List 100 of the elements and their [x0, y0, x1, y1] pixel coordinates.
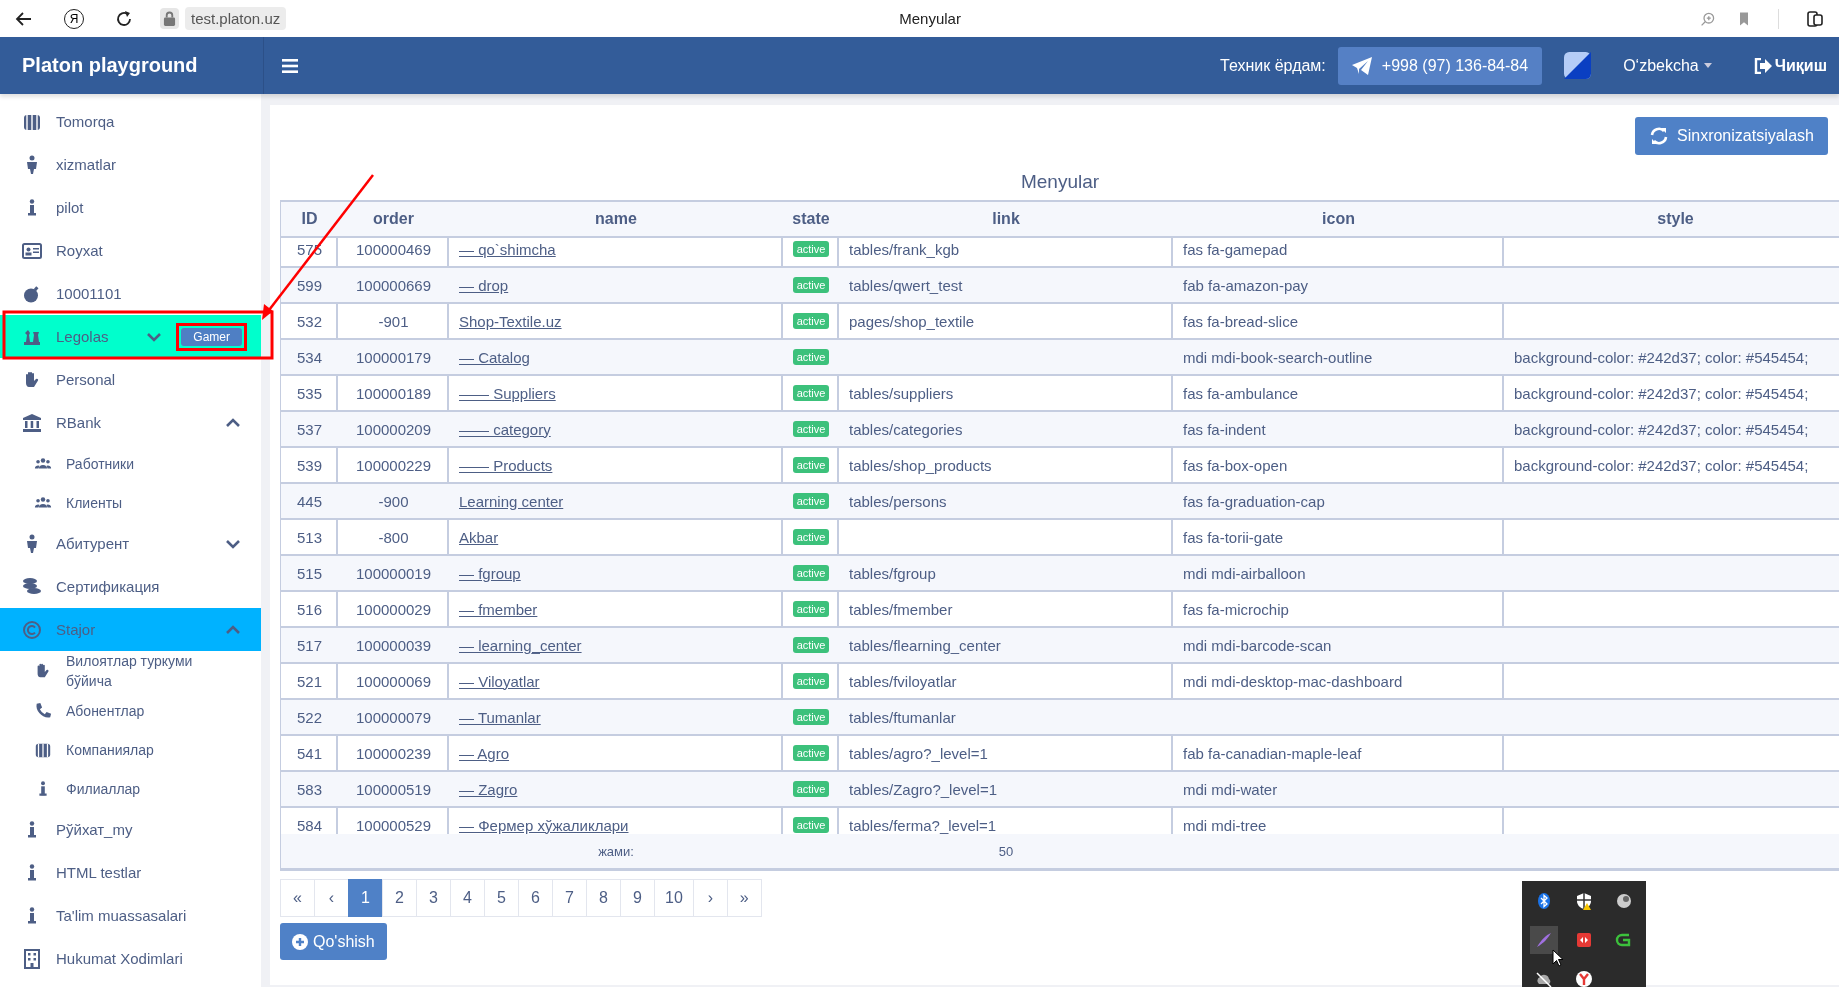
sidebar-item[interactable]: Ta'lim muassasalari [0, 894, 261, 937]
sidebar-item[interactable]: xizmatlar [0, 143, 261, 186]
table-cell: background-color: #242d37; color: #545454; [1514, 420, 1809, 438]
sidebar-item[interactable]: Personal [0, 358, 261, 401]
menu-name-link[interactable]: — Agro [459, 744, 510, 762]
status-badge: active [792, 457, 830, 473]
table-cell: tables/qwert_test [849, 276, 963, 294]
page-link[interactable]: 8 [586, 879, 621, 917]
sidebar-item[interactable]: RBank [0, 401, 261, 444]
page-link[interactable]: « [280, 879, 315, 917]
table-cell-text: 100000239 [354, 743, 433, 764]
page-link[interactable]: 2 [382, 879, 417, 917]
sidebar-subitem[interactable]: Работники [0, 444, 261, 483]
table-cell-text: -900 [377, 491, 410, 512]
menu-name-link[interactable]: Shop-Textile.uz [459, 312, 562, 330]
table-cell-text: 100000209 [354, 419, 433, 440]
page-link[interactable]: 6 [518, 879, 553, 917]
table-cell: background-color: #242d37; color: #545454; [1514, 456, 1809, 474]
status-badge: active [792, 421, 830, 437]
page-link[interactable]: » [726, 879, 762, 917]
add-button[interactable]: Qo'shish [280, 923, 387, 960]
table-cell-text: 513 [296, 527, 323, 548]
menu-name-link[interactable]: — Zagro [459, 780, 518, 798]
table-cell-text: 535 [296, 383, 323, 404]
extension-icon[interactable] [1805, 8, 1825, 29]
sidebar-item[interactable]: HTML testlar [0, 851, 261, 894]
menu-name-link[interactable]: — fmember [459, 600, 538, 618]
page-link[interactable]: 1 [348, 879, 383, 917]
page-link[interactable]: 9 [620, 879, 655, 917]
table-cell: fas fa-microchip [1183, 600, 1289, 618]
sidebar-item[interactable]: pilot [0, 186, 261, 229]
chevron-icon[interactable] [225, 624, 241, 635]
table-cell-text: 100000469 [354, 239, 433, 260]
page-link[interactable]: 3 [416, 879, 451, 917]
menu-name-link[interactable]: —— category [459, 420, 551, 438]
menu-name-link[interactable]: — drop [459, 276, 509, 294]
chevron-icon[interactable] [146, 331, 163, 342]
theme-toggle-icon[interactable] [1564, 52, 1592, 79]
menu-name-link[interactable]: — Viloyatlar [459, 672, 540, 690]
sign-out-icon [1753, 57, 1772, 74]
menu-icon[interactable] [282, 58, 298, 73]
sidebar-item[interactable]: Рўйхат_my [0, 808, 261, 851]
menu-name-link[interactable]: — Фермер хўжаликлари [459, 816, 629, 834]
menu-name-link[interactable]: — qo`shimcha [459, 240, 556, 258]
status-badge: active [792, 673, 830, 689]
table-cell: fas fa-bread-slice [1183, 312, 1299, 330]
sidebar-item[interactable]: Сертификация [0, 565, 261, 608]
page-link[interactable]: ‹ [314, 879, 349, 917]
table-cell-text: 522 [296, 707, 323, 728]
sidebar-subitem[interactable]: Клиенты [0, 483, 261, 522]
sidebar-item[interactable]: Tomorqa [0, 100, 261, 143]
menu-name-link[interactable]: Learning center [459, 492, 564, 510]
column-header: link [991, 209, 1021, 229]
office-building-icon [22, 948, 42, 969]
table-cell: fas fa-indent [1183, 420, 1266, 438]
total-value: 50 [997, 842, 1015, 861]
table-cell: tables/fmember [849, 600, 953, 618]
menu-name-link[interactable]: — Tumanlar [459, 708, 541, 726]
table-cell: fas fa-torii-gate [1183, 528, 1284, 546]
table-cell: tables/frank_kgb [849, 240, 960, 258]
page-link[interactable]: 10 [654, 879, 694, 917]
sync-button[interactable]: Sinxronizatsiyalash [1635, 117, 1828, 155]
menu-name-link[interactable]: — learning_center [459, 636, 582, 654]
sidebar-subitem[interactable]: Филиаллар [0, 769, 261, 808]
table-cell-text: 515 [296, 563, 323, 584]
menu-name-link[interactable]: —— Suppliers [459, 384, 556, 402]
sidebar-item[interactable]: 10001101 [0, 272, 261, 315]
phone-button[interactable]: +998 (97) 136-84-84 [1337, 46, 1543, 85]
sidebar-item[interactable]: Hukumat Xodimlari [0, 937, 261, 980]
zoom-icon[interactable] [1700, 10, 1716, 27]
table-cell: tables/suppliers [849, 384, 954, 402]
mouse-pointer-icon [1552, 949, 1564, 967]
language-dropdown[interactable]: O‘zbekcha [1617, 55, 1718, 76]
page-link[interactable]: 7 [552, 879, 587, 917]
table-cell-text: 534 [296, 347, 323, 368]
logout-button[interactable]: Чиқиш [1747, 55, 1833, 76]
sidebar-subitem[interactable]: Вилоятлар туркуми бўйича [0, 651, 261, 691]
menu-name-link[interactable]: Akbar [459, 528, 499, 546]
sidebar-subitem[interactable]: Компаниялар [0, 730, 261, 769]
table-cell-text: 100000039 [354, 635, 433, 656]
sidebar-subitem[interactable]: Абонентлар [0, 691, 261, 730]
page-link[interactable]: 5 [484, 879, 519, 917]
sidebar-item[interactable]: Legolas Gamer [0, 315, 261, 358]
page-link[interactable]: › [692, 879, 728, 917]
status-badge: active [792, 277, 830, 293]
column-header: name [594, 209, 638, 229]
sidebar-item[interactable]: Абитурент [0, 522, 261, 565]
menu-name-link[interactable]: —— Products [459, 456, 553, 474]
page-link[interactable]: 4 [450, 879, 485, 917]
status-badge: active [792, 349, 830, 365]
table-cell: tables/Zagro?_level=1 [849, 780, 997, 798]
chevron-icon[interactable] [225, 538, 241, 549]
feather-icon[interactable] [1530, 925, 1558, 954]
reload-icon[interactable] [114, 8, 134, 29]
status-badge: active [792, 601, 830, 617]
sidebar-item[interactable]: Royxat [0, 229, 261, 272]
menu-name-link[interactable]: — Catalog [459, 348, 530, 366]
chevron-icon[interactable] [225, 417, 241, 428]
menu-name-link[interactable]: — fgroup [459, 564, 521, 582]
status-badge: active [792, 313, 830, 329]
